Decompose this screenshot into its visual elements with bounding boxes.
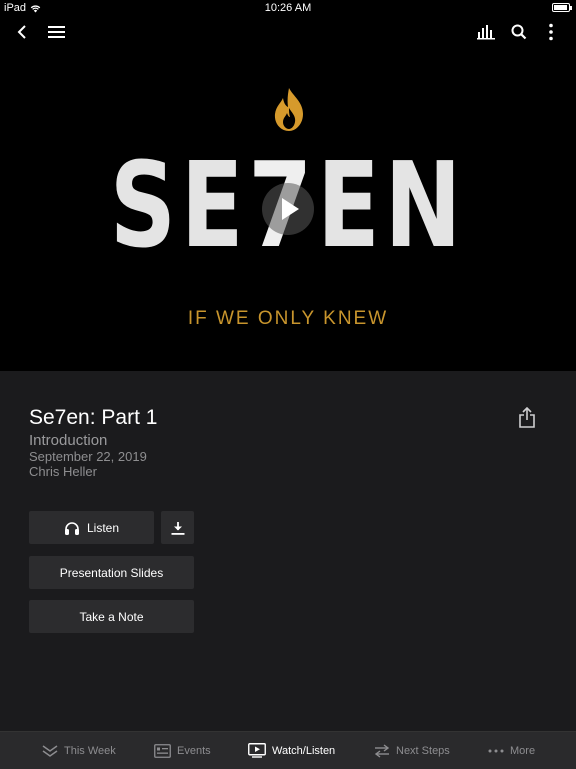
- play-icon: [282, 198, 299, 220]
- video-hero[interactable]: SE7EN IF WE ONLY KNEW: [0, 16, 576, 371]
- audio-button[interactable]: [477, 25, 495, 45]
- tab-label: Watch/Listen: [272, 744, 336, 757]
- chevrons-down-icon: [42, 744, 58, 757]
- play-button[interactable]: [262, 183, 314, 235]
- search-icon: [511, 24, 527, 40]
- listen-label: Listen: [86, 520, 120, 535]
- sermon-subtitle: Introduction: [29, 432, 108, 449]
- series-tagline: IF WE ONLY KNEW: [187, 308, 389, 329]
- sermon-date: September 22, 2019: [29, 449, 147, 464]
- download-button[interactable]: [161, 511, 194, 544]
- chevron-left-icon: [17, 25, 26, 39]
- sermon-title: Se7en: Part 1: [29, 406, 158, 429]
- status-bar: iPad 10:26 AM: [0, 0, 576, 16]
- calendar-list-icon: [154, 743, 171, 758]
- sermon-details: Se7en: Part 1 Introduction September 22,…: [0, 371, 576, 731]
- play-screen-icon: [248, 743, 266, 758]
- series-title-part2: EN: [316, 136, 467, 274]
- back-button[interactable]: [14, 24, 30, 45]
- flame-icon: [274, 88, 303, 131]
- audio-bars-icon: [477, 25, 495, 40]
- more-options-button[interactable]: [548, 23, 554, 46]
- swap-arrows-icon: [374, 743, 390, 758]
- tab-label: Events: [177, 744, 211, 757]
- listen-button[interactable]: Listen: [29, 511, 154, 544]
- tab-events[interactable]: Events: [154, 732, 211, 769]
- tab-label: Next Steps: [396, 744, 450, 757]
- tab-this-week[interactable]: This Week: [42, 732, 116, 769]
- battery-icon: [552, 3, 572, 12]
- take-note-button[interactable]: Take a Note: [29, 600, 194, 633]
- tab-more[interactable]: More: [488, 732, 535, 769]
- search-button[interactable]: [511, 24, 527, 45]
- tab-next-steps[interactable]: Next Steps: [374, 732, 450, 769]
- vertical-dots-icon: [549, 23, 553, 41]
- tab-watch-listen[interactable]: Watch/Listen: [248, 732, 335, 769]
- more-dots-icon: [488, 749, 504, 752]
- download-icon: [171, 521, 184, 535]
- headphones-icon: [64, 521, 79, 535]
- tab-bar: This Week Events Watch/Listen Next Steps: [0, 731, 576, 769]
- tab-label: More: [510, 744, 536, 757]
- presentation-slides-button[interactable]: Presentation Slides: [29, 556, 194, 589]
- share-button[interactable]: [518, 406, 536, 434]
- tab-label: This Week: [64, 744, 116, 757]
- hamburger-icon: [48, 26, 65, 38]
- series-title-part1: SE: [109, 136, 249, 274]
- share-icon: [519, 406, 535, 428]
- status-time: 10:26 AM: [264, 2, 312, 14]
- sermon-speaker: Chris Heller: [29, 464, 97, 479]
- menu-button[interactable]: [48, 25, 66, 44]
- battery-fill: [554, 5, 567, 10]
